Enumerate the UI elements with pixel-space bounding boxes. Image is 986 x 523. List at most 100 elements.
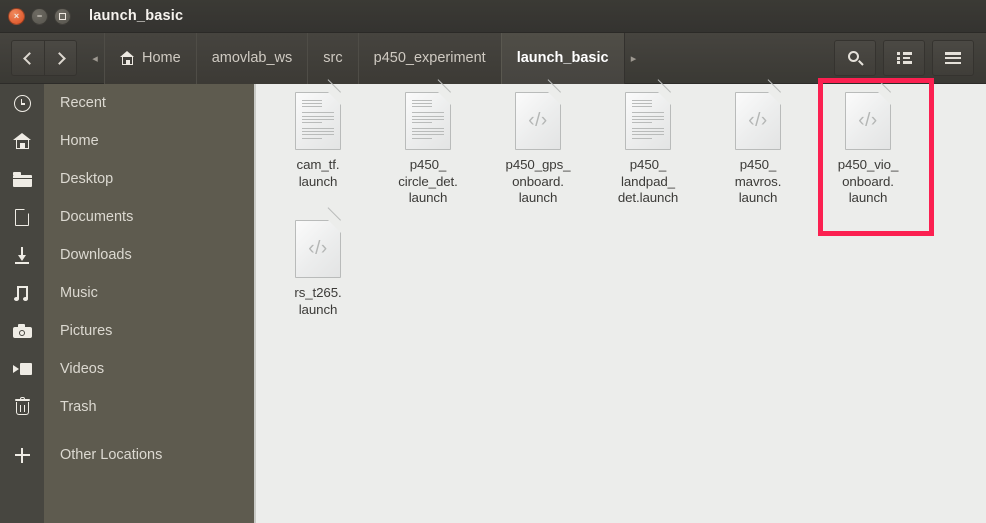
sidebar-item-home[interactable]: Home — [0, 122, 254, 160]
sidebar-item-recent[interactable]: Recent — [0, 84, 254, 122]
file-icon-wrap: ‹/› — [295, 207, 341, 280]
sidebar-item-label: Documents — [60, 209, 134, 225]
back-button[interactable] — [11, 40, 44, 76]
sidebar-item-label: Other Locations — [60, 447, 163, 463]
sidebar: Recent Home Desktop Documents Downloads … — [0, 84, 256, 523]
title-bar: × − launch_basic — [0, 0, 986, 33]
file-item[interactable]: ‹/› p450_ mavros. launch — [706, 79, 810, 207]
toolbar-actions — [834, 40, 986, 76]
breadcrumb-label: Home — [142, 50, 181, 66]
sidebar-item-trash[interactable]: Trash — [0, 388, 254, 426]
home-icon — [120, 51, 135, 65]
breadcrumb-scroll-right[interactable]: ▸ — [625, 33, 643, 84]
music-icon — [0, 285, 44, 301]
sidebar-item-label: Downloads — [60, 247, 132, 263]
document-icon — [0, 207, 44, 226]
breadcrumb-label: p450_experiment — [373, 50, 486, 66]
home-icon — [0, 133, 44, 149]
file-name-label: p450_gps_ onboard. launch — [505, 157, 571, 205]
sidebar-item-downloads[interactable]: Downloads — [0, 236, 254, 274]
chevron-left-icon — [23, 51, 36, 65]
menu-button[interactable] — [932, 40, 974, 76]
breadcrumb-item-src[interactable]: src — [307, 32, 358, 84]
xml-document-icon: ‹/› — [515, 79, 561, 150]
xml-glyph: ‹/› — [748, 110, 768, 131]
sidebar-item-label: Desktop — [60, 171, 114, 187]
breadcrumb-item-launch_basic[interactable]: launch_basic — [500, 32, 625, 84]
sidebar-item-desktop[interactable]: Desktop — [0, 160, 254, 198]
sidebar-item-music[interactable]: Music — [0, 274, 254, 312]
sidebar-item-other-locations[interactable]: Other Locations — [0, 436, 254, 474]
sidebar-places-list: Recent Home Desktop Documents Downloads … — [0, 84, 254, 474]
minimize-window-button[interactable]: − — [31, 7, 48, 25]
file-item[interactable]: p450_ landpad_ det.launch — [596, 79, 700, 207]
trash-icon — [0, 396, 44, 416]
file-name-label: p450_ landpad_ det.launch — [617, 157, 679, 205]
xml-glyph: ‹/› — [308, 238, 328, 259]
breadcrumb-label: launch_basic — [516, 50, 609, 66]
toolbar: ◂ Home amovlab_ws src p450_experiment la… — [0, 32, 986, 84]
xml-document-icon: ‹/› — [735, 79, 781, 150]
icon-grid: cam_tf. launch p450_ circle_det. launch — [258, 78, 986, 523]
file-list-view[interactable]: cam_tf. launch p450_ circle_det. launch — [258, 78, 986, 523]
file-name-label: rs_t265. launch — [294, 285, 342, 317]
maximize-icon — [59, 12, 66, 20]
close-icon: × — [13, 10, 20, 21]
minimize-icon: − — [36, 10, 43, 21]
breadcrumb-scroll-left[interactable]: ◂ — [86, 33, 104, 84]
file-name-label: cam_tf. launch — [296, 157, 340, 189]
sidebar-item-label: Trash — [60, 399, 97, 415]
search-button[interactable] — [834, 40, 876, 76]
file-manager-window: × − launch_basic ◂ Home amovlab_ws src p… — [0, 0, 986, 523]
file-item[interactable]: cam_tf. launch — [266, 79, 370, 190]
xml-document-icon: ‹/› — [295, 207, 341, 278]
file-icon-wrap: ‹/› — [735, 79, 781, 152]
sidebar-item-label: Pictures — [60, 323, 113, 339]
clock-icon — [0, 94, 44, 112]
file-icon-wrap — [405, 79, 451, 152]
hamburger-menu-icon — [945, 52, 961, 64]
breadcrumb-label: src — [323, 50, 343, 66]
window-controls: × − — [0, 7, 71, 25]
file-name-label: p450_ circle_det. launch — [398, 157, 458, 205]
sidebar-item-documents[interactable]: Documents — [0, 198, 254, 236]
file-icon-wrap — [625, 79, 671, 152]
file-item[interactable]: ‹/› rs_t265. launch — [266, 207, 370, 318]
text-document-icon — [295, 79, 341, 150]
window-title: launch_basic — [89, 8, 184, 24]
xml-document-icon: ‹/› — [845, 79, 891, 150]
view-options-button[interactable] — [883, 40, 925, 76]
sidebar-item-label: Recent — [60, 95, 106, 111]
breadcrumb-item-home[interactable]: Home — [104, 32, 196, 84]
sidebar-item-videos[interactable]: Videos — [0, 350, 254, 388]
sidebar-item-label: Home — [60, 133, 99, 149]
plus-icon — [0, 447, 44, 464]
list-view-icon — [896, 52, 912, 64]
file-icon-wrap: ‹/› — [845, 79, 891, 152]
navigation-buttons — [11, 40, 77, 76]
sidebar-item-pictures[interactable]: Pictures — [0, 312, 254, 350]
maximize-window-button[interactable] — [54, 7, 71, 25]
breadcrumb-label: amovlab_ws — [211, 50, 293, 66]
text-document-icon — [625, 79, 671, 150]
file-item[interactable]: ‹/› p450_gps_ onboard. launch — [486, 79, 590, 207]
sidebar-item-label: Videos — [60, 361, 105, 377]
folder-icon — [0, 171, 44, 187]
sidebar-item-label: Music — [60, 285, 98, 301]
file-item[interactable]: p450_ circle_det. launch — [376, 79, 480, 207]
file-icon-wrap: ‹/› — [515, 79, 561, 152]
forward-button[interactable] — [44, 40, 77, 76]
breadcrumb: ◂ Home amovlab_ws src p450_experiment la… — [86, 32, 643, 84]
file-icon-wrap — [295, 79, 341, 152]
breadcrumb-item-amovlab_ws[interactable]: amovlab_ws — [195, 32, 308, 84]
video-icon — [0, 363, 44, 375]
camera-icon — [0, 324, 44, 338]
file-name-label: p450_ mavros. launch — [734, 157, 782, 205]
close-window-button[interactable]: × — [8, 7, 25, 25]
file-item-highlighted[interactable]: ‹/› p450_vio_ onboard. launch — [816, 79, 920, 207]
xml-glyph: ‹/› — [858, 110, 878, 131]
breadcrumb-item-p450_experiment[interactable]: p450_experiment — [357, 32, 501, 84]
search-icon — [847, 50, 864, 66]
file-name-label: p450_vio_ onboard. launch — [837, 157, 899, 205]
xml-glyph: ‹/› — [528, 110, 548, 131]
